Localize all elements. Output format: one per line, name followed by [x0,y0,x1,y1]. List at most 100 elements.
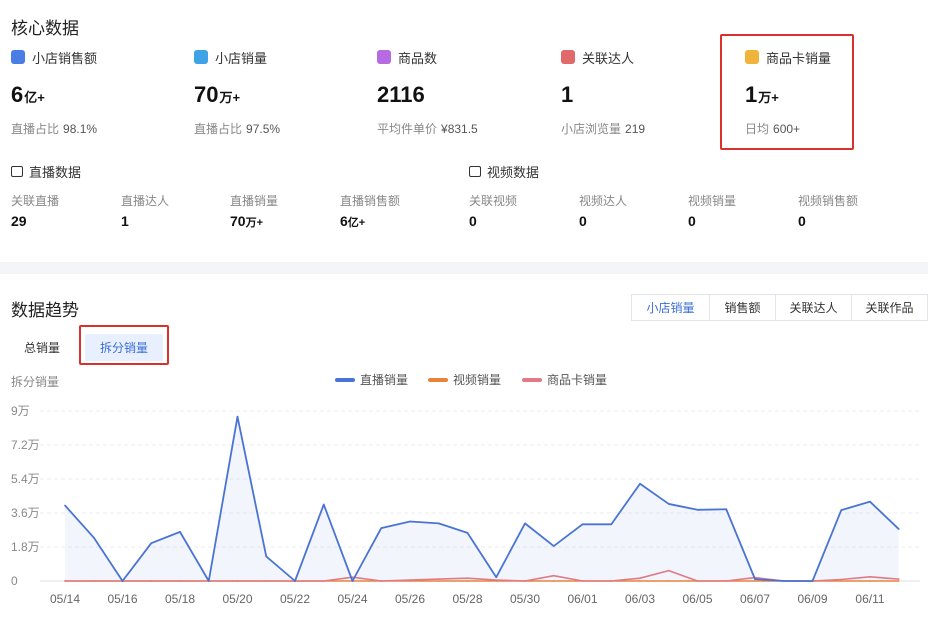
x-tick-label: 05/20 [222,592,252,606]
stat-value: 0 [798,213,806,229]
x-tick-label: 06/01 [567,592,597,606]
data-point [322,503,325,506]
x-tick-label: 06/11 [855,592,884,606]
video-data-title: 视频数据 [487,164,540,180]
legend-label-card: 商品卡销量 [547,373,608,387]
legend-card[interactable]: 商品卡销量 [522,371,607,388]
metric-sub-label: 直播占比 [11,122,60,136]
metric-product-count: 商品数 2116 平均件单价 ¥831.5 [377,46,547,137]
data-point [610,580,613,582]
legend-swatch-video [428,377,448,382]
y-tick-label: 5.4万 [11,472,40,486]
metric-sub-value: 97.5% [246,122,281,136]
trend-chart: 0 1.8万 3.6万 5.4万 7.2万 9万 05/14 05/16 05/18 05/20 0… [11,404,920,606]
video-icon [469,165,481,177]
data-point [179,531,181,533]
metric-sub-value: 219 [625,122,646,136]
data-point [351,580,354,582]
metric-tab-group: 小店销量 销售额 关联达人 关联作品 [631,294,928,321]
data-point [725,580,728,582]
data-point [897,580,900,582]
live-stat: 直播达人 1 [121,192,221,229]
tab-sales-amount[interactable]: 销售额 [709,295,775,320]
stat-value: 0 [579,213,587,229]
data-point [150,542,153,545]
metric-sub-value: ¥831.5 [441,122,478,136]
data-point [869,500,871,503]
metric-value: 70 [194,82,219,107]
x-tick-label: 05/30 [510,592,540,606]
x-tick-label: 06/07 [740,592,770,606]
data-point [150,580,153,582]
live-icon [11,165,23,177]
tab-related-works[interactable]: 关联作品 [851,295,927,320]
y-tick-label: 0 [11,574,18,588]
x-tick-label: 05/24 [337,592,367,606]
data-point [667,580,670,582]
data-point [869,576,871,578]
data-point [495,579,498,581]
data-point [121,580,124,582]
stat-unit: 万+ [245,217,264,229]
data-point [897,528,900,530]
x-tick-label: 06/03 [625,592,655,606]
data-point [782,580,785,582]
stat-label: 直播销量 [230,194,279,208]
data-point [437,580,440,582]
user-icon [561,50,575,64]
x-tick-label: 05/16 [107,592,137,606]
legend-swatch-card [522,377,542,382]
data-point [409,579,411,581]
x-tick-label: 05/18 [165,592,195,606]
data-point [179,580,181,582]
data-point [437,578,440,580]
data-point [265,580,268,582]
shopping-bag-icon [194,50,208,64]
data-point [322,580,325,582]
legend-video[interactable]: 视频销量 [428,371,501,388]
metric-related-creators: 关联达人 1 小店浏览量 219 [561,46,731,137]
data-point [667,569,670,572]
data-point [840,580,843,582]
stat-value: 70 [230,213,246,229]
data-point [466,577,469,579]
data-point [236,415,239,418]
data-point [92,580,95,582]
video-data-header: 视频数据 [469,162,539,180]
live-stat: 直播销售额 6 亿+ [340,192,440,230]
data-point [495,576,498,579]
metric-value: 1 [561,82,574,107]
stat-value: 0 [469,213,477,229]
stat-label: 关联直播 [11,194,60,208]
data-point [667,503,670,505]
data-point [639,577,641,579]
data-point [236,580,239,582]
stat-label: 直播达人 [121,194,170,208]
basket-icon [377,50,391,64]
data-point [840,509,843,511]
metric-value: 2116 [377,82,425,107]
tab-total-sales[interactable]: 总销量 [11,334,73,361]
data-point [840,578,843,581]
y-tick-label: 9万 [11,404,30,418]
video-stat: 视频达人 0 [579,192,679,229]
metric-unit: 万+ [219,90,241,105]
legend-live[interactable]: 直播销量 [335,371,408,388]
data-point [437,522,440,525]
highlight-box-card-sales [720,34,854,150]
data-point [92,536,95,539]
data-point [639,482,641,485]
metric-label: 小店销量 [215,50,268,66]
metric-label: 商品数 [398,50,438,66]
legend-label-live: 直播销量 [360,373,409,387]
highlight-box-split-sales [79,325,169,365]
data-point [466,580,469,582]
data-point [897,578,900,580]
data-point [524,580,526,582]
tab-related-creators[interactable]: 关联达人 [775,295,851,320]
stat-label: 关联视频 [469,194,518,208]
live-stat: 直播销量 70 万+ [230,192,330,230]
stat-label: 视频销售额 [798,194,859,208]
tab-shop-sales[interactable]: 小店销量 [632,295,709,320]
metric-sub-label: 小店浏览量 [561,122,622,136]
